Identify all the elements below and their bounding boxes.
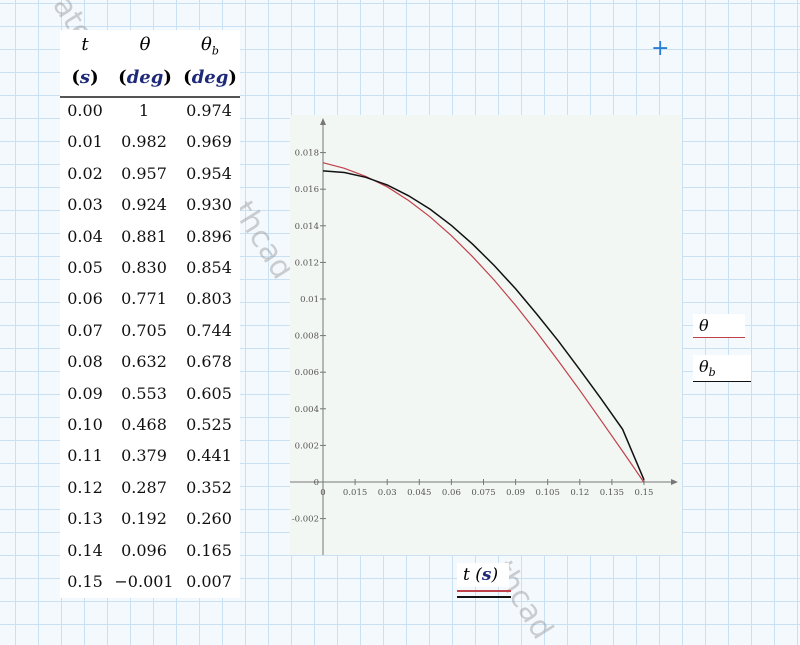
x-tick-label: 0.105: [536, 488, 560, 498]
y-tick-label: 0.002: [295, 441, 319, 451]
chart: 0 0.015 0.03 0.045 0.06 0.075 0.09 0.105 0.12 0.1…: [290, 118, 678, 555]
y-tick-label: 0.016: [295, 185, 319, 195]
x-tick-label: 0: [320, 488, 325, 498]
x-tick-label: 0.075: [471, 488, 495, 498]
y-axis-arrow-icon: [320, 118, 326, 125]
x-tick-label: 0.15: [635, 488, 654, 498]
y-tick-label: -0.002: [292, 515, 319, 525]
x-tick-label: 0.03: [378, 488, 397, 498]
y-tick-label: 0.014: [295, 222, 319, 232]
x-tick-label: 0.06: [442, 488, 461, 498]
x-tick-label: 0.09: [506, 488, 525, 498]
y-tick-label: 0.006: [295, 368, 319, 378]
x-axis-label[interactable]: t (s): [457, 563, 509, 587]
legend-theta-b[interactable]: θb: [693, 355, 751, 383]
x-tick-label: 0.045: [407, 488, 431, 498]
y-tick-label: 0: [314, 478, 319, 488]
x-axis-arrow-icon: [671, 479, 678, 485]
series-line-theta: [322, 162, 645, 483]
x-tick-label: 0.015: [343, 488, 367, 498]
legend-theta[interactable]: θ: [693, 314, 745, 338]
x-tick-label: 0.135: [600, 488, 624, 498]
y-tick-label: 0.012: [295, 258, 319, 268]
x-tick-label: 0.12: [570, 488, 589, 498]
crosshair-cursor-icon: +: [651, 36, 670, 61]
x-label-line-theta: [457, 590, 511, 592]
x-label-line-theta-b: [457, 596, 511, 598]
y-tick-label: 0.018: [295, 149, 319, 159]
y-tick-label: 0.01: [300, 295, 319, 305]
y-tick-label: 0.004: [295, 405, 319, 415]
y-tick-label: 0.008: [295, 332, 319, 342]
series-line-theta-b: [322, 170, 645, 481]
